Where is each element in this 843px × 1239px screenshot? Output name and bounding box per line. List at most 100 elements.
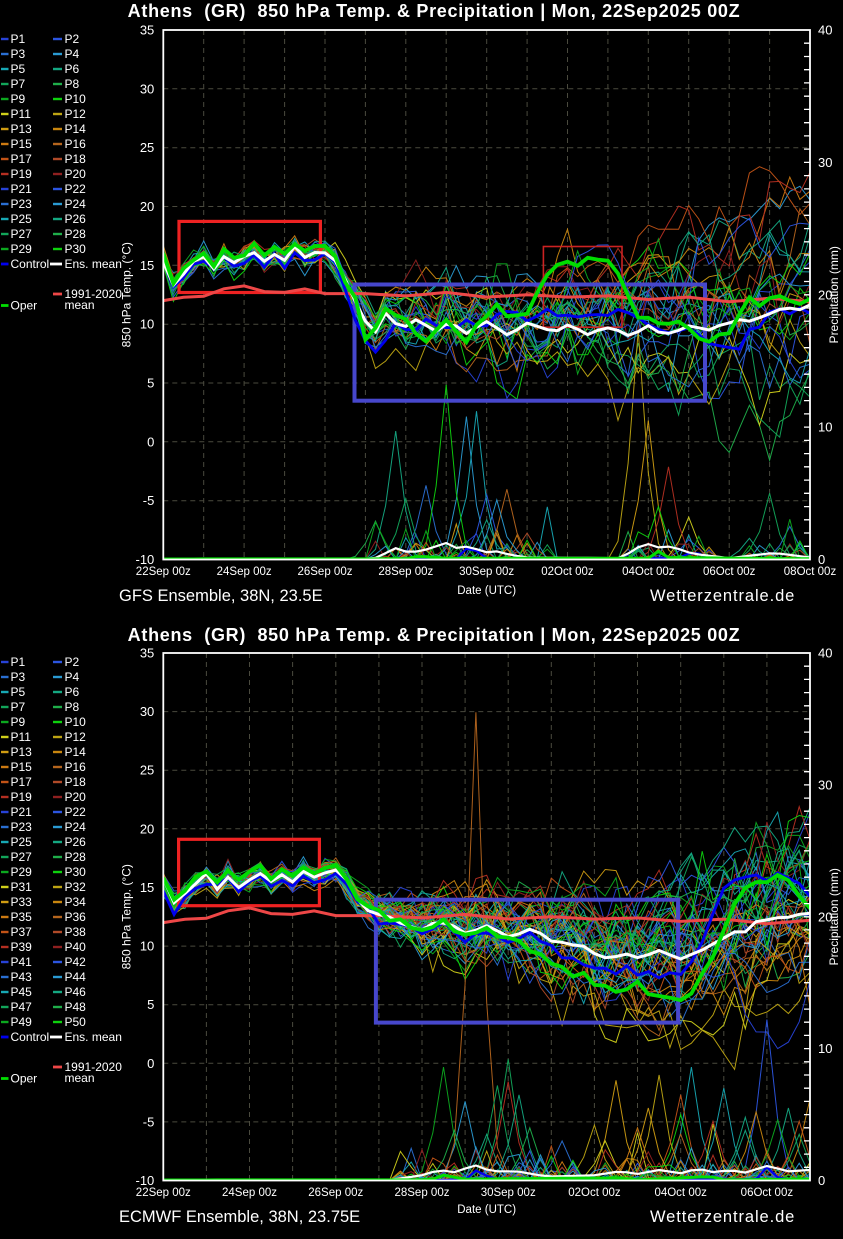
svg-text:P22: P22 <box>65 182 87 196</box>
svg-text:P8: P8 <box>65 77 80 91</box>
svg-text:20: 20 <box>140 199 154 214</box>
svg-text:P7: P7 <box>11 700 26 714</box>
svg-text:02Oct 00z: 02Oct 00z <box>541 566 594 578</box>
svg-text:Control: Control <box>11 257 50 271</box>
svg-text:15: 15 <box>140 880 154 895</box>
svg-text:P31: P31 <box>11 880 33 894</box>
svg-text:0: 0 <box>818 552 825 567</box>
svg-text:P5: P5 <box>11 62 26 76</box>
svg-text:P26: P26 <box>65 212 87 226</box>
svg-text:20: 20 <box>140 821 154 836</box>
svg-text:P30: P30 <box>65 865 87 879</box>
svg-text:25: 25 <box>140 140 154 155</box>
svg-text:P21: P21 <box>11 805 33 819</box>
svg-text:P10: P10 <box>65 92 87 106</box>
svg-text:P13: P13 <box>11 745 33 759</box>
svg-text:35: 35 <box>140 23 154 38</box>
svg-text:P11: P11 <box>11 730 32 744</box>
svg-text:P47: P47 <box>11 1000 33 1014</box>
svg-text:P29: P29 <box>11 242 33 256</box>
svg-text:Athens (GR) 850 hPa Temp. &: Athens (GR) 850 hPa Temp. & Precipitatio… <box>128 1 741 21</box>
svg-text:28Sep 00z: 28Sep 00z <box>394 1187 449 1199</box>
svg-text:0: 0 <box>147 434 154 449</box>
svg-text:GFS Ensemble, 38N, 23.5E: GFS Ensemble, 38N, 23.5E <box>119 587 323 605</box>
svg-text:P24: P24 <box>65 197 87 211</box>
svg-text:mean: mean <box>65 1071 95 1085</box>
svg-text:0: 0 <box>147 1056 154 1071</box>
svg-text:Precipitation (mm): Precipitation (mm) <box>827 868 841 965</box>
svg-text:P14: P14 <box>65 745 87 759</box>
svg-text:P28: P28 <box>65 850 87 864</box>
svg-text:P43: P43 <box>11 970 33 984</box>
svg-text:P17: P17 <box>11 775 33 789</box>
svg-text:P27: P27 <box>11 227 33 241</box>
svg-text:P22: P22 <box>65 805 87 819</box>
svg-text:26Sep 00z: 26Sep 00z <box>297 566 352 578</box>
svg-text:P3: P3 <box>11 670 26 684</box>
svg-text:P6: P6 <box>65 685 80 699</box>
svg-text:P21: P21 <box>11 182 33 196</box>
svg-text:P50: P50 <box>65 1015 87 1029</box>
svg-text:30Sep 00z: 30Sep 00z <box>481 1187 536 1199</box>
svg-text:P5: P5 <box>11 685 26 699</box>
svg-text:P1: P1 <box>11 655 26 669</box>
svg-text:10: 10 <box>818 1041 832 1056</box>
svg-text:P46: P46 <box>65 985 87 999</box>
svg-text:P20: P20 <box>65 790 87 804</box>
svg-text:P19: P19 <box>11 167 33 181</box>
svg-text:P45: P45 <box>11 985 33 999</box>
svg-text:P26: P26 <box>65 835 87 849</box>
svg-text:26Sep 00z: 26Sep 00z <box>308 1187 363 1199</box>
svg-text:22Sep 00z: 22Sep 00z <box>136 566 191 578</box>
svg-text:P16: P16 <box>65 137 87 151</box>
svg-text:P23: P23 <box>11 820 33 834</box>
svg-text:P30: P30 <box>65 242 87 256</box>
svg-text:P34: P34 <box>65 895 87 909</box>
svg-text:24Sep 00z: 24Sep 00z <box>222 1187 277 1199</box>
svg-text:P40: P40 <box>65 940 87 954</box>
svg-text:P12: P12 <box>65 730 87 744</box>
svg-text:Date (UTC): Date (UTC) <box>457 1204 516 1216</box>
svg-text:P6: P6 <box>65 62 80 76</box>
svg-text:P4: P4 <box>65 670 80 684</box>
svg-text:-5: -5 <box>143 493 155 508</box>
svg-text:5: 5 <box>147 997 154 1012</box>
svg-text:P10: P10 <box>65 715 87 729</box>
svg-text:P25: P25 <box>11 835 33 849</box>
svg-text:28Sep 00z: 28Sep 00z <box>378 566 433 578</box>
svg-text:30: 30 <box>140 704 154 719</box>
svg-text:mean: mean <box>65 298 95 312</box>
svg-text:P41: P41 <box>11 955 33 969</box>
svg-text:30Sep 00z: 30Sep 00z <box>459 566 514 578</box>
svg-text:Ens. mean: Ens. mean <box>65 257 122 271</box>
svg-text:P9: P9 <box>11 92 26 106</box>
svg-text:ECMWF Ensemble, 38N, 23.75E: ECMWF Ensemble, 38N, 23.75E <box>119 1208 360 1226</box>
svg-text:04Oct 00z: 04Oct 00z <box>654 1187 707 1199</box>
svg-text:P1: P1 <box>11 32 26 46</box>
svg-text:40: 40 <box>818 23 832 38</box>
svg-text:P4: P4 <box>65 47 80 61</box>
svg-text:P13: P13 <box>11 122 33 136</box>
svg-text:10: 10 <box>818 420 832 435</box>
svg-text:08Oct 00z: 08Oct 00z <box>784 566 837 578</box>
svg-text:Wetterzentrale.de: Wetterzentrale.de <box>650 587 795 605</box>
svg-text:0: 0 <box>818 1173 825 1188</box>
svg-text:P7: P7 <box>11 77 26 91</box>
svg-text:P36: P36 <box>65 910 87 924</box>
svg-text:22Sep 00z: 22Sep 00z <box>136 1187 191 1199</box>
svg-text:P2: P2 <box>65 32 80 46</box>
svg-text:P2: P2 <box>65 655 80 669</box>
svg-text:P8: P8 <box>65 700 80 714</box>
svg-text:850 hPa Temp. (°C): 850 hPa Temp. (°C) <box>120 864 134 969</box>
svg-text:P18: P18 <box>65 775 87 789</box>
svg-text:P11: P11 <box>11 107 32 121</box>
svg-text:P29: P29 <box>11 865 33 879</box>
svg-text:P32: P32 <box>65 880 87 894</box>
svg-text:30: 30 <box>140 81 154 96</box>
svg-text:24Sep 00z: 24Sep 00z <box>217 566 272 578</box>
svg-text:P18: P18 <box>65 152 87 166</box>
svg-text:Date (UTC): Date (UTC) <box>457 585 516 597</box>
svg-text:40: 40 <box>818 646 832 661</box>
svg-text:P15: P15 <box>11 137 33 151</box>
svg-text:P15: P15 <box>11 760 33 774</box>
